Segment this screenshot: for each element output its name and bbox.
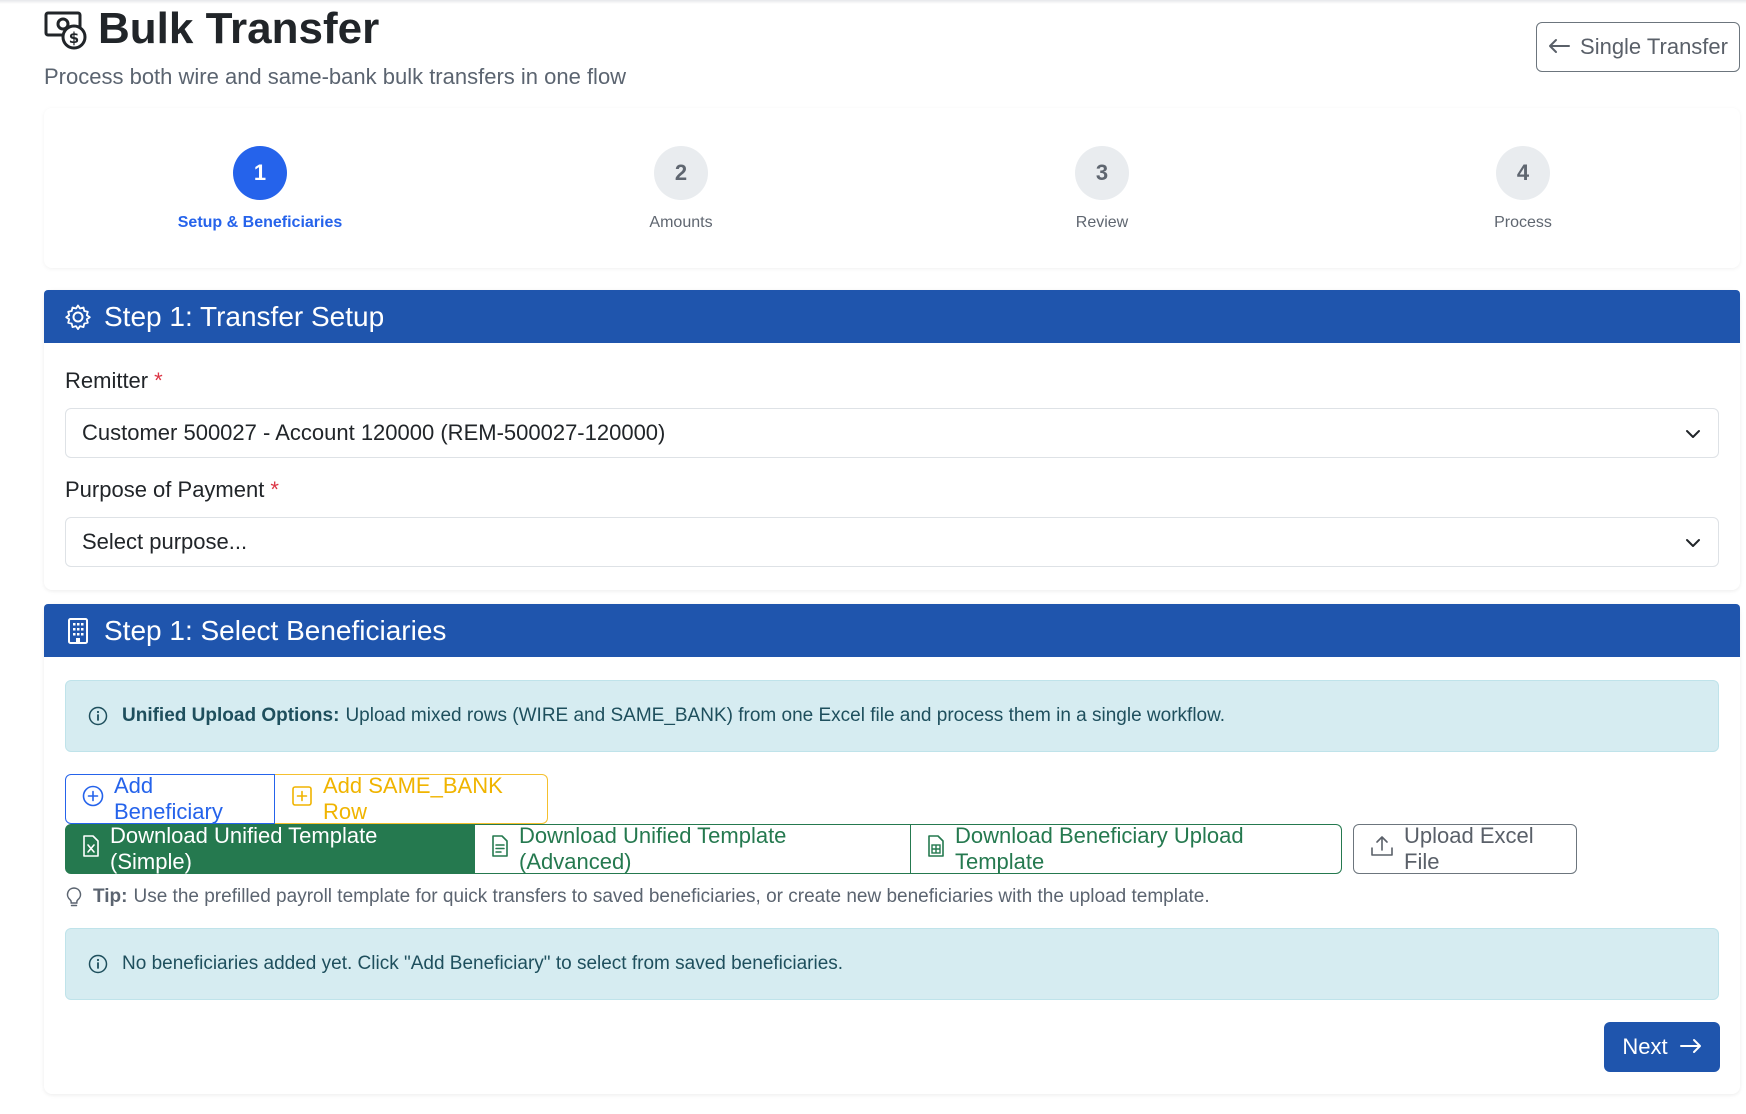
remitter-select-value: Customer 500027 - Account 120000 (REM-50… [82, 420, 666, 445]
page-subtitle: Process both wire and same-bank bulk tra… [44, 64, 627, 89]
building-icon [64, 617, 92, 645]
progress-stepper: 1 Setup & Beneficiaries 2 Amounts 3 Revi… [44, 108, 1740, 268]
add-same-bank-label: Add SAME_BANK Row [323, 773, 503, 824]
lightbulb-icon [65, 886, 83, 908]
remitter-select[interactable]: Customer 500027 - Account 120000 (REM-50… [65, 408, 1719, 458]
step-number: 4 [1496, 146, 1550, 200]
step-label: Setup & Beneficiaries [177, 214, 343, 231]
step-label: Review [1075, 214, 1129, 231]
page-title: Bulk Transfer [98, 4, 380, 53]
step-label: Process [1494, 214, 1552, 231]
upload-icon [1370, 835, 1394, 863]
arrow-right-icon [1679, 1034, 1702, 1060]
upload-excel-button[interactable]: Upload Excel File [1353, 823, 1577, 874]
purpose-select[interactable]: Select purpose... [65, 517, 1719, 567]
select-beneficiaries-title: Step 1: Select Beneficiaries [104, 614, 447, 646]
download-beneficiary-template-button[interactable]: Download Beneficiary Upload Template [911, 823, 1342, 874]
add-beneficiary-label: Add Beneficiary [114, 773, 223, 824]
title-row: $ Bulk Transfer [44, 4, 379, 54]
page-header: $ Bulk Transfer Process both wire and sa… [44, 4, 1740, 94]
required-mark: * [154, 368, 163, 393]
remitter-label-text: Remitter [65, 368, 149, 393]
plus-circle-icon [82, 785, 104, 813]
plus-square-icon [291, 785, 313, 813]
download-beneficiary-template-label: Download Beneficiary Upload Template [955, 823, 1244, 874]
step-process[interactable]: 4 Process [1393, 146, 1653, 232]
info-circle-icon [88, 954, 108, 974]
gear-icon [64, 303, 92, 331]
remitter-label: Remitter * [65, 368, 163, 394]
step-amounts[interactable]: 2 Amounts [551, 146, 811, 232]
purpose-label: Purpose of Payment * [65, 477, 279, 503]
single-transfer-button[interactable]: Single Transfer [1536, 22, 1740, 72]
purpose-select-value: Select purpose... [82, 529, 248, 554]
purpose-label-text: Purpose of Payment [65, 477, 265, 502]
no-beneficiaries-text: No beneficiaries added yet. Click "Add B… [122, 953, 844, 974]
transfer-setup-title: Step 1: Transfer Setup [104, 300, 385, 332]
cash-coin-icon: $ [44, 7, 88, 51]
info-title: Unified Upload Options: [122, 705, 340, 726]
step-number: 3 [1075, 146, 1129, 200]
step-number: 1 [233, 146, 287, 200]
arrow-left-icon [1548, 34, 1571, 60]
required-mark: * [270, 477, 279, 502]
file-text-icon [491, 835, 509, 863]
info-circle-icon [88, 706, 108, 726]
unified-upload-info: Unified Upload Options: Upload mixed row… [65, 680, 1719, 752]
select-beneficiaries-header: Step 1: Select Beneficiaries [44, 604, 1740, 657]
step-setup[interactable]: 1 Setup & Beneficiaries [130, 146, 390, 232]
transfer-setup-card: Step 1: Transfer Setup Remitter * Custome… [44, 290, 1740, 590]
download-unified-simple-button[interactable]: Download Unified Template (Simple) [65, 823, 475, 874]
tip-label: Tip: [93, 886, 128, 907]
add-same-bank-row-button[interactable]: Add SAME_BANK Row [275, 773, 548, 824]
download-unified-simple-label: Download Unified Template (Simple) [110, 823, 378, 874]
transfer-setup-header: Step 1: Transfer Setup [44, 290, 1740, 343]
info-text: Upload mixed rows (WIRE and SAME_BANK) f… [345, 705, 1226, 726]
next-button[interactable]: Next [1604, 1022, 1720, 1072]
chevron-down-icon [1684, 423, 1702, 449]
single-transfer-label: Single Transfer [1580, 34, 1728, 59]
spreadsheet-file-icon [927, 835, 945, 863]
tip-body: Use the prefilled payroll template for q… [133, 886, 1210, 907]
excel-file-icon [82, 835, 100, 863]
step-number: 2 [654, 146, 708, 200]
download-unified-advanced-label: Download Unified Template (Advanced) [519, 823, 787, 874]
no-beneficiaries-alert: No beneficiaries added yet. Click "Add B… [65, 928, 1719, 1000]
chevron-down-icon [1684, 532, 1702, 558]
add-beneficiary-button[interactable]: Add Beneficiary [65, 773, 275, 824]
next-label: Next [1622, 1034, 1668, 1059]
step-label: Amounts [649, 214, 713, 231]
upload-excel-label: Upload Excel File [1404, 823, 1534, 874]
download-unified-advanced-button[interactable]: Download Unified Template (Advanced) [475, 823, 911, 874]
svg-text:$: $ [69, 29, 79, 47]
tip-text: Tip: Use the prefilled payroll template … [65, 886, 1210, 908]
select-beneficiaries-card: Step 1: Select Beneficiaries Unified Upl… [44, 604, 1740, 1094]
step-review[interactable]: 3 Review [972, 146, 1232, 232]
